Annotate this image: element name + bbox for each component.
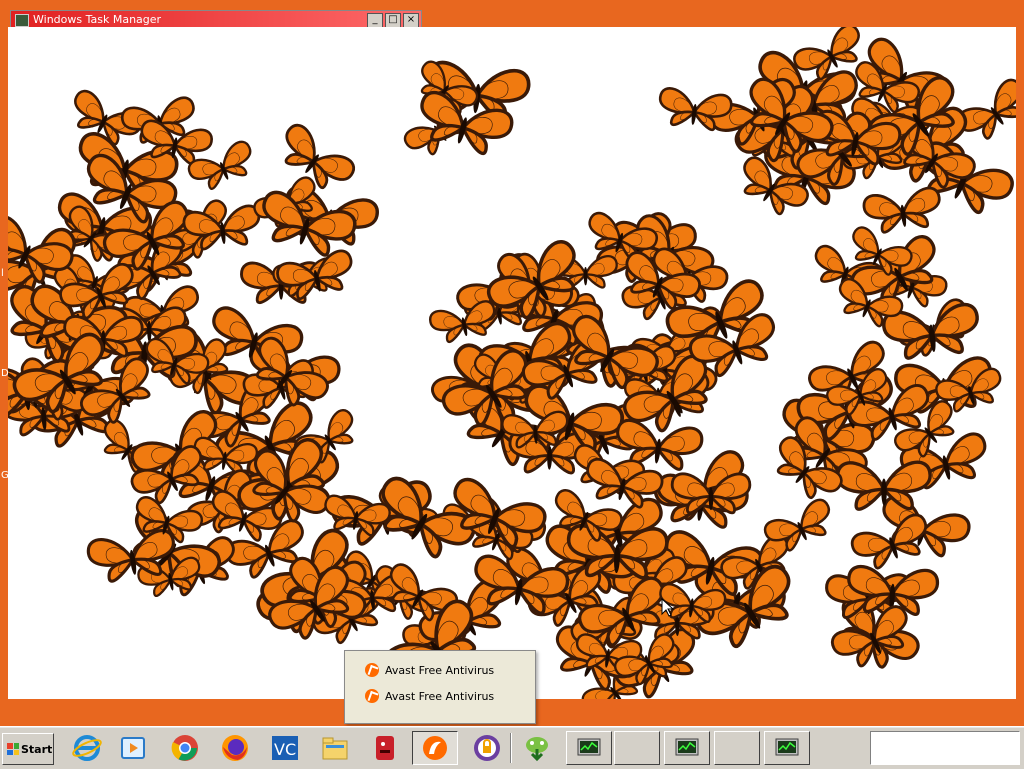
avast-secureline-icon[interactable] (470, 731, 504, 765)
avast-popup-menu: Avast Free Antivirus Avast Free Antiviru… (344, 650, 536, 724)
butterfly-image (835, 460, 932, 511)
close-button[interactable]: × (403, 13, 419, 28)
veracrypt-icon[interactable]: VC (268, 731, 302, 765)
popup-item-label: Avast Free Antivirus (385, 663, 495, 677)
internet-explorer-icon[interactable] (70, 731, 104, 765)
avast-icon (365, 663, 379, 677)
download-manager-icon[interactable] (520, 731, 554, 765)
desktop-label-fragment: D (1, 368, 9, 379)
taskbar: Start VC (0, 726, 1024, 769)
windows-logo-icon (7, 743, 19, 755)
chrome-icon[interactable] (168, 731, 202, 765)
popup-item-avast-2[interactable]: Avast Free Antivirus (345, 683, 535, 709)
task-manager-icon (577, 738, 601, 756)
taskbar-window-blank[interactable] (614, 731, 660, 765)
taskbar-separator (510, 733, 512, 763)
task-manager-icon (15, 14, 29, 27)
popup-item-label: Avast Free Antivirus (385, 689, 495, 703)
maximize-button[interactable]: □ (385, 13, 401, 28)
start-label: Start (21, 742, 53, 756)
taskbar-window-task-manager[interactable] (664, 731, 710, 765)
mouse-cursor-icon (661, 598, 675, 617)
taskbar-window-task-manager[interactable] (764, 731, 810, 765)
desktop-label-fragment: l (1, 268, 4, 279)
butterfly-field (8, 27, 1016, 699)
desktop-label-fragment: G (1, 470, 9, 481)
popup-item-avast-1[interactable]: Avast Free Antivirus (345, 657, 535, 683)
task-manager-icon (675, 738, 699, 756)
butterfly-image (957, 78, 1016, 140)
taskbar-window-blank[interactable] (714, 731, 760, 765)
task-manager-icon (775, 738, 799, 756)
svg-text:VC: VC (274, 740, 296, 759)
butterfly-screensaver-window[interactable] (8, 27, 1016, 699)
butterfly-image (862, 186, 941, 234)
avast-icon (365, 689, 379, 703)
windows-media-player-icon[interactable] (116, 731, 150, 765)
red-app-icon[interactable] (368, 731, 402, 765)
taskbar-window-task-manager[interactable] (566, 731, 612, 765)
avast-icon[interactable] (412, 731, 458, 765)
system-tray[interactable] (870, 731, 1020, 765)
file-explorer-icon[interactable] (318, 731, 352, 765)
task-manager-title: Windows Task Manager (33, 13, 162, 26)
firefox-icon[interactable] (218, 731, 252, 765)
minimize-button[interactable]: _ (367, 13, 383, 28)
start-button[interactable]: Start (2, 733, 54, 765)
